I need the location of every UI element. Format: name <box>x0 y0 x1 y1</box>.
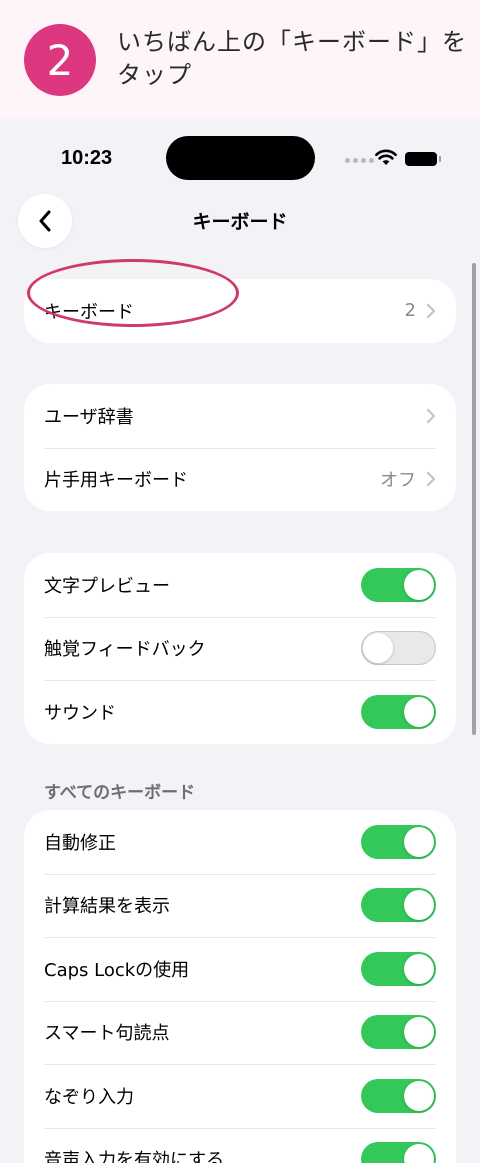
character-preview-row: 文字プレビュー <box>24 553 456 617</box>
sound-toggle[interactable] <box>361 694 436 729</box>
chevron-right-icon <box>426 472 436 487</box>
row-label: ユーザ辞書 <box>44 406 134 428</box>
slide-to-type-row: なぞり入力 <box>24 1064 456 1128</box>
user-dictionary-row[interactable]: ユーザ辞書 <box>24 384 456 448</box>
sound-row: サウンド <box>24 680 456 744</box>
wifi-icon <box>375 149 397 165</box>
haptic-feedback-toggle[interactable] <box>361 631 436 666</box>
instruction-text: いちばん上の「キーボード」をタップ <box>117 28 467 89</box>
status-bar: 10:23 <box>0 119 480 189</box>
haptic-feedback-row: 触覚フィードバック <box>24 616 456 681</box>
navigation-bar: キーボード <box>0 189 480 251</box>
chevron-right-icon <box>426 303 436 318</box>
row-label: 自動修正 <box>44 832 116 854</box>
instruction-banner: 2 いちばん上の「キーボード」をタップ <box>0 0 480 119</box>
page-title: キーボード <box>192 211 288 233</box>
keyboards-group: キーボード 2 <box>24 279 456 343</box>
dynamic-island <box>166 136 315 180</box>
row-label: Caps Lockの使用 <box>44 959 190 981</box>
row-label: 触覚フィードバック <box>44 639 206 661</box>
auto-correction-toggle[interactable] <box>361 824 436 859</box>
character-preview-toggle[interactable] <box>361 567 436 602</box>
row-label: 文字プレビュー <box>44 575 170 597</box>
row-value: オフ <box>380 470 416 492</box>
enable-dictation-row: 音声入力を有効にする <box>24 1127 456 1163</box>
caps-lock-row: Caps Lockの使用 <box>24 937 456 1001</box>
slide-to-type-toggle[interactable] <box>361 1078 436 1113</box>
keyboards-row[interactable]: キーボード 2 <box>24 279 456 343</box>
auto-correction-row: 自動修正 <box>24 810 456 874</box>
dictionary-group: ユーザ辞書 片手用キーボード オフ <box>24 384 456 511</box>
one-handed-keyboard-row[interactable]: 片手用キーボード オフ <box>24 447 456 512</box>
enable-dictation-toggle[interactable] <box>361 1142 436 1163</box>
smart-punctuation-row: スマート句読点 <box>24 1000 456 1065</box>
battery-icon <box>405 152 441 166</box>
row-label: 片手用キーボード <box>44 470 188 492</box>
status-time: 10:23 <box>61 147 113 169</box>
all-keyboards-group: 自動修正 計算結果を表示 Caps Lockの使用 スマート句読点 なぞり入力 … <box>24 810 456 1163</box>
section-header: すべてのキーボード <box>44 783 196 803</box>
row-label: なぞり入力 <box>44 1086 134 1108</box>
row-label: 音声入力を有効にする <box>44 1150 225 1163</box>
show-calculation-row: 計算結果を表示 <box>24 873 456 938</box>
feedback-group: 文字プレビュー 触覚フィードバック サウンド <box>24 553 456 744</box>
show-calculation-toggle[interactable] <box>361 888 436 923</box>
row-label: スマート句読点 <box>44 1023 170 1045</box>
smart-punctuation-toggle[interactable] <box>361 1015 436 1050</box>
chevron-right-icon <box>426 408 436 423</box>
scrollbar[interactable] <box>472 263 476 735</box>
row-label: キーボード <box>44 301 134 323</box>
row-label: 計算結果を表示 <box>44 896 170 918</box>
row-label: サウンド <box>44 702 116 724</box>
step-number-badge: 2 <box>24 24 96 96</box>
caps-lock-toggle[interactable] <box>361 951 436 986</box>
keyboard-count: 2 <box>404 300 416 322</box>
cellular-signal-icon <box>345 158 374 163</box>
